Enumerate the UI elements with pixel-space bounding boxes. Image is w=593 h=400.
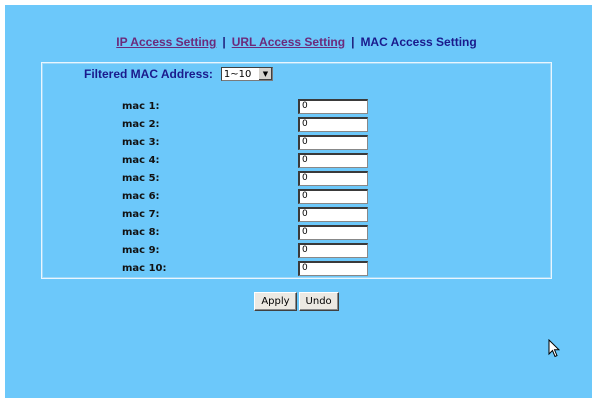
form-actions: Apply Undo <box>0 292 593 311</box>
mac-input-8[interactable]: 0 <box>298 224 368 240</box>
mac-label-2: mac 2: <box>122 118 160 130</box>
mac-input-7[interactable]: 0 <box>298 206 368 222</box>
undo-button[interactable]: Undo <box>298 292 339 311</box>
mac-label-10: mac 10: <box>122 262 167 274</box>
mac-input-6[interactable]: 0 <box>298 188 368 204</box>
mac-label-7: mac 7: <box>122 208 160 220</box>
access-setting-nav: IP Access Setting | URL Access Setting | MAC… <box>0 35 593 49</box>
mac-label-3: mac 3: <box>122 136 160 148</box>
mac-row-1: mac 1: 0 <box>122 97 368 115</box>
mac-row-3: mac 3: 0 <box>122 133 368 151</box>
mac-row-10: mac 10: 0 <box>122 259 368 277</box>
mac-row-9: mac 9: 0 <box>122 241 368 259</box>
mac-label-5: mac 5: <box>122 172 160 184</box>
mac-row-5: mac 5: 0 <box>122 169 368 187</box>
nav-separator: | <box>222 35 226 49</box>
nav-separator: | <box>351 35 355 49</box>
mouse-pointer-icon <box>548 339 560 358</box>
triangle-down-icon[interactable]: ▼ <box>257 68 272 80</box>
apply-button[interactable]: Apply <box>254 292 297 311</box>
mac-range-value: 1~10 <box>223 68 252 80</box>
mac-label-9: mac 9: <box>122 244 160 256</box>
mac-access-setting-current: MAC Access Setting <box>360 35 477 49</box>
mac-row-6: mac 6: 0 <box>122 187 368 205</box>
mac-label-8: mac 8: <box>122 226 160 238</box>
mac-input-4[interactable]: 0 <box>298 152 368 168</box>
mac-row-8: mac 8: 0 <box>122 223 368 241</box>
mac-row-4: mac 4: 0 <box>122 151 368 169</box>
mac-input-10[interactable]: 0 <box>298 260 368 276</box>
mac-address-list: mac 1: 0 mac 2: 0 mac 3: 0 mac 4: 0 mac … <box>122 97 368 277</box>
filtered-mac-row: Filtered MAC Address: 1~10 ▼ <box>84 63 273 85</box>
mac-filter-panel: Filtered MAC Address: 1~10 ▼ mac 1: 0 ma… <box>41 62 552 279</box>
mac-input-2[interactable]: 0 <box>298 116 368 132</box>
mac-row-7: mac 7: 0 <box>122 205 368 223</box>
url-access-setting-link[interactable]: URL Access Setting <box>232 35 345 49</box>
mac-input-5[interactable]: 0 <box>298 170 368 186</box>
mac-input-9[interactable]: 0 <box>298 242 368 258</box>
mac-label-1: mac 1: <box>122 100 160 112</box>
mac-row-2: mac 2: 0 <box>122 115 368 133</box>
filtered-mac-label: Filtered MAC Address: <box>84 67 213 81</box>
mac-label-4: mac 4: <box>122 154 160 166</box>
mac-input-1[interactable]: 0 <box>298 98 368 114</box>
ip-access-setting-link[interactable]: IP Access Setting <box>116 35 216 49</box>
mac-input-3[interactable]: 0 <box>298 134 368 150</box>
mac-range-select[interactable]: 1~10 ▼ <box>220 67 273 81</box>
mac-label-6: mac 6: <box>122 190 160 202</box>
